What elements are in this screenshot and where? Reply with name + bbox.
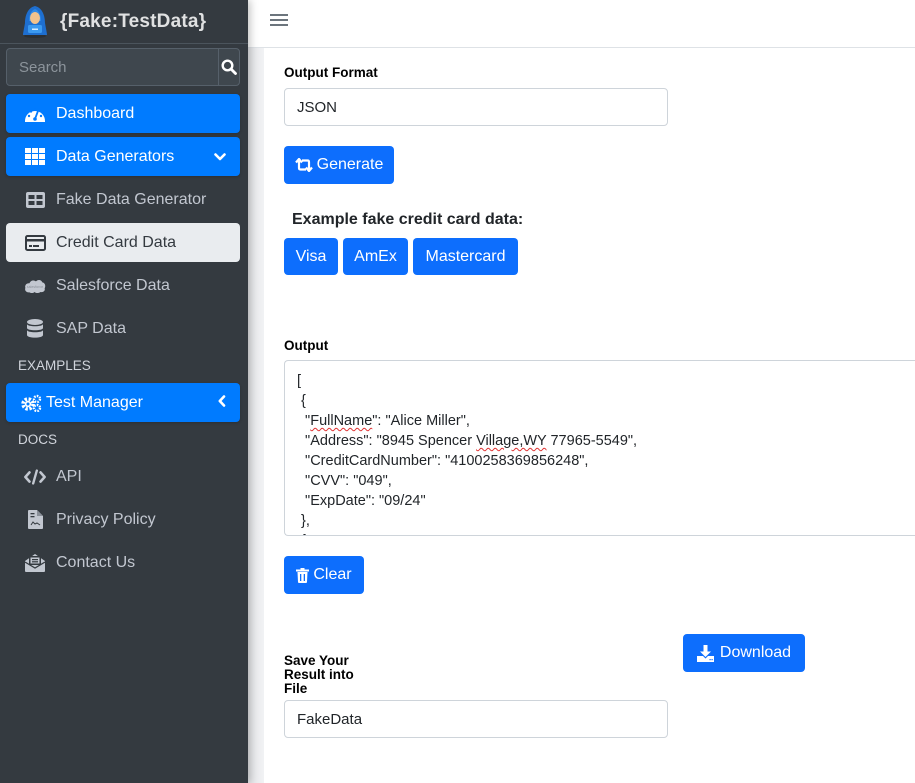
sidebar-item-label: Fake Data Generator [56, 190, 207, 208]
save-result-label: Save Your Result into File [284, 654, 354, 696]
clear-label: Clear [313, 566, 352, 583]
sidebar-item-label: Dashboard [56, 104, 135, 122]
example-cards-heading: Example fake credit card data: [292, 211, 524, 228]
sidebar-item-label: Contact Us [56, 553, 136, 571]
output-line: [ [297, 373, 302, 389]
main-content: Output Format JSON Generate Example fake… [264, 48, 915, 783]
brand-link[interactable]: {Fake:TestData} [0, 0, 248, 44]
retweet-icon [294, 158, 313, 172]
output-format-value: JSON [297, 98, 338, 116]
nav-header-examples: EXAMPLES [18, 358, 91, 373]
output-line: { [297, 531, 912, 535]
database-icon [24, 319, 46, 339]
output-line: "CreditCardNumber": "4100258369856248", [297, 453, 589, 469]
clear-button[interactable]: Clear [284, 556, 364, 594]
sidebar-item-label: Credit Card Data [56, 233, 177, 251]
output-line-address: "Address": "8945 Spencer Village,WY 7796… [297, 433, 638, 449]
save-label-line: Save Your [284, 653, 349, 668]
sidebar-item-contact-us[interactable]: Contact Us [6, 543, 240, 582]
sidebar-item-dashboard[interactable]: Dashboard [6, 94, 240, 133]
output-line: "ExpDate": "09/24" [297, 493, 426, 509]
download-icon [696, 644, 714, 662]
save-label-line: File [284, 681, 308, 696]
download-label: Download [719, 644, 792, 661]
generate-button[interactable]: Generate [284, 146, 394, 184]
svg-text:salesforce: salesforce [27, 284, 43, 288]
output-line-fullname: "FullName": "Alice Miller", [297, 413, 470, 429]
code-icon [24, 467, 46, 487]
output-line: }, [297, 513, 310, 529]
search-icon [221, 59, 237, 75]
hacker-logo-icon [23, 5, 47, 38]
output-textarea[interactable]: [ { "FullName": "Alice Miller", "Address… [284, 360, 915, 536]
sidebar-item-fake-data-generator[interactable]: Fake Data Generator [6, 180, 240, 219]
grid-icon [24, 147, 46, 167]
visa-label: Visa [295, 247, 327, 265]
sidebar-item-label: SAP Data [56, 319, 126, 337]
chevron-left-icon [218, 394, 226, 412]
visa-button[interactable]: Visa [284, 238, 338, 275]
brand-name: {Fake:TestData} [60, 10, 207, 32]
search-button[interactable] [218, 49, 239, 85]
sidebar-item-credit-card-data[interactable]: Credit Card Data [6, 223, 240, 262]
output-format-select[interactable]: JSON [284, 88, 668, 126]
sidebar-item-api[interactable]: API [6, 457, 240, 496]
download-button[interactable]: Download [683, 634, 805, 672]
sidebar-item-sap-data[interactable]: SAP Data [6, 309, 240, 348]
sidebar-item-label: API [56, 467, 82, 485]
sidebar-item-label: Privacy Policy [56, 510, 156, 528]
spellcheck-word: Village,WY [476, 433, 547, 449]
sidebar-item-salesforce-data[interactable]: salesforce Salesforce Data [6, 266, 240, 305]
output-format-label: Output Format [284, 65, 378, 80]
output-line: "CVV": "049", [297, 473, 392, 489]
filename-value: FakeData [297, 710, 363, 728]
amex-label: AmEx [354, 247, 397, 265]
sidebar-item-label: Test Manager [46, 393, 143, 411]
hamburger-menu-icon[interactable] [270, 12, 288, 28]
sidebar-nav: Dashboard Data Generators Fake Data Gene… [0, 94, 248, 582]
sidebar-item-data-generators[interactable]: Data Generators [6, 137, 240, 176]
mastercard-label: Mastercard [425, 247, 506, 265]
amex-button[interactable]: AmEx [343, 238, 408, 275]
output-label: Output [284, 338, 329, 353]
salesforce-cloud-icon: salesforce [24, 276, 46, 296]
cogs-icon [20, 393, 42, 413]
sidebar-item-privacy-policy[interactable]: Privacy Policy [6, 500, 240, 539]
trash-icon [296, 567, 310, 583]
file-contract-icon [24, 510, 46, 530]
filename-input[interactable]: FakeData [284, 700, 668, 738]
sidebar-item-label: Data Generators [56, 147, 175, 165]
envelope-open-text-icon [24, 553, 46, 573]
sidebar-item-label: Salesforce Data [56, 276, 170, 294]
table-icon [24, 190, 46, 210]
sidebar: {Fake:TestData} Das [0, 0, 248, 783]
mastercard-button[interactable]: Mastercard [413, 238, 518, 275]
spellcheck-word: FullName [310, 413, 373, 429]
top-navbar [248, 0, 915, 48]
sidebar-search [6, 48, 240, 86]
search-input[interactable] [7, 49, 218, 85]
output-line: { [297, 393, 306, 409]
generate-label: Generate [316, 156, 384, 173]
save-label-line: Result into [284, 667, 354, 682]
chevron-down-icon [214, 148, 226, 166]
content-gutter [248, 48, 264, 783]
nav-header-docs: DOCS [18, 432, 58, 447]
tachometer-icon [24, 104, 46, 124]
sidebar-item-test-manager[interactable]: Test Manager [6, 383, 240, 422]
credit-card-icon [24, 233, 46, 253]
